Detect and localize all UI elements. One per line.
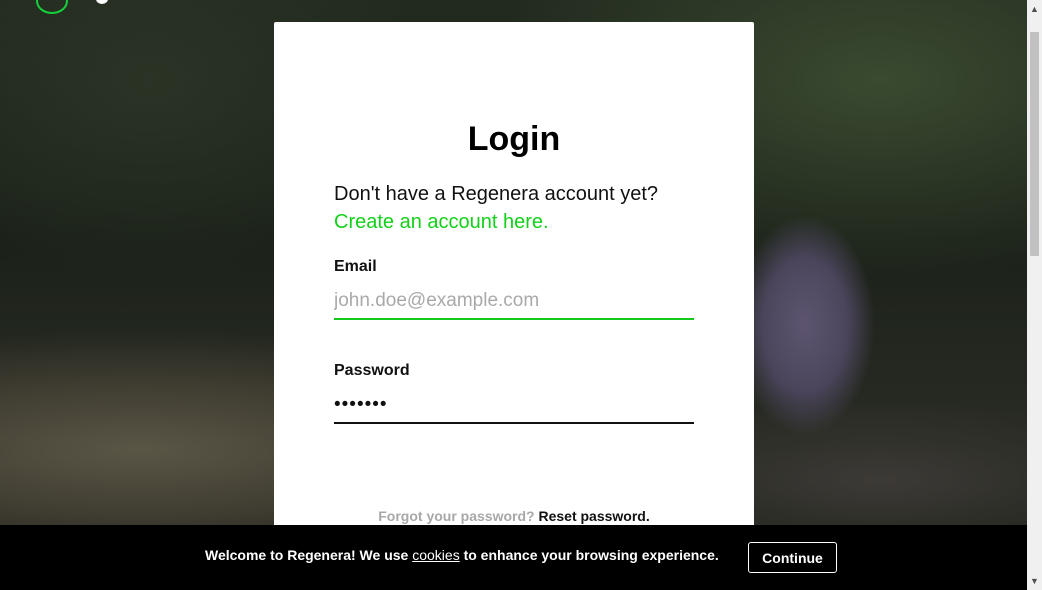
cookies-link[interactable]: cookies — [412, 547, 459, 563]
cookie-banner: Welcome to Regenera! We use cookies to e… — [0, 525, 1027, 590]
forgot-password-text: Forgot your password? — [378, 508, 535, 524]
password-label: Password — [334, 362, 410, 379]
cookie-message: Welcome to Regenera! We use cookies to e… — [205, 547, 719, 563]
login-title: Login — [467, 120, 561, 158]
forgot-password-row: Forgot your password? Reset password. — [274, 508, 754, 524]
cookie-text-before: Welcome to Regenera! We use — [205, 547, 413, 563]
scroll-up-arrow-icon[interactable]: ▲ — [1030, 4, 1039, 14]
email-label: Email — [334, 258, 377, 275]
create-account-link[interactable]: Create an account here. — [334, 208, 658, 236]
page-scrollbar[interactable]: ▲ ▼ — [1027, 0, 1042, 590]
scroll-down-arrow-icon[interactable]: ▼ — [1030, 576, 1039, 586]
signup-prompt-text: Don't have a Regenera account yet? — [334, 183, 659, 205]
continue-button[interactable]: Continue — [748, 542, 837, 573]
reset-password-link[interactable]: Reset password. — [538, 508, 649, 524]
signup-prompt: Don't have a Regenera account yet? Creat… — [334, 180, 658, 236]
email-field[interactable] — [334, 284, 694, 320]
password-field[interactable] — [334, 388, 694, 424]
cookie-text-after: to enhance your browsing experience. — [459, 547, 719, 563]
scrollbar-thumb[interactable] — [1030, 32, 1039, 256]
login-card: Login Don't have a Regenera account yet?… — [274, 22, 754, 542]
